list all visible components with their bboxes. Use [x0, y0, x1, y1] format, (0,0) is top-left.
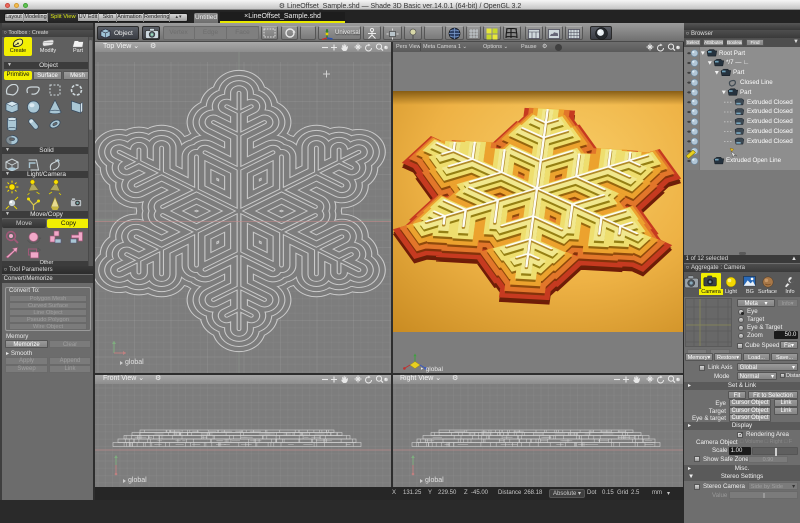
svg-text:global: global	[128, 477, 147, 484]
svg-text:global: global	[425, 477, 444, 484]
svg-text:global: global	[125, 359, 144, 366]
